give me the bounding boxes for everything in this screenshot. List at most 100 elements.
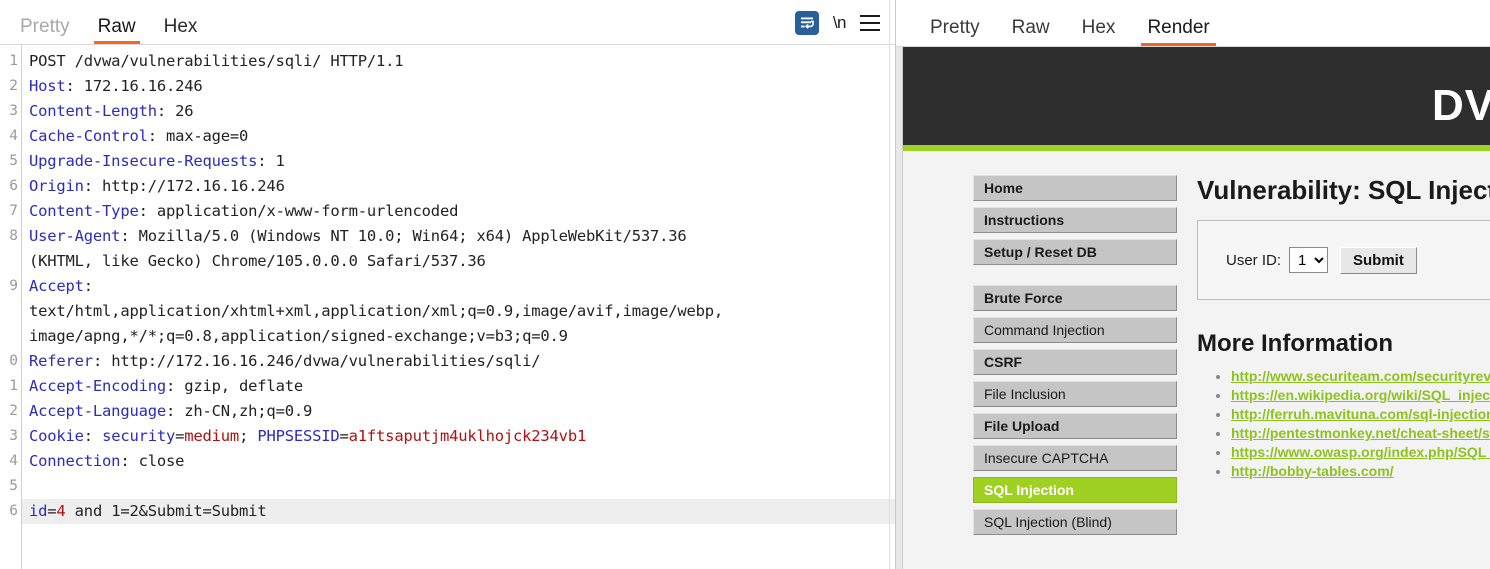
sidebar-item-csrf[interactable]: CSRF [973, 349, 1177, 375]
request-code-area[interactable]: POST /dvwa/vulnerabilities/sqli/ HTTP/1.… [22, 45, 896, 569]
code-line[interactable]: (KHTML, like Gecko) Chrome/105.0.0.0 Saf… [29, 249, 896, 274]
code-line[interactable]: Origin: http://172.16.16.246 [29, 174, 896, 199]
code-line[interactable]: Connection: close [29, 449, 896, 474]
page-title: Vulnerability: SQL Injection [1197, 175, 1490, 205]
sidebar-item-command-injection[interactable]: Command Injection [973, 317, 1177, 343]
request-tabbar: Pretty Raw Hex \n [0, 0, 896, 44]
code-line[interactable]: Referer: http://172.16.16.246/dvwa/vulne… [29, 349, 896, 374]
line-number-gutter: 1 2 3 4 5 6 7 8 9 0 1 2 3 4 5 6 [0, 45, 22, 569]
line-number [0, 324, 21, 349]
code-token: id [29, 502, 48, 520]
line-number [0, 299, 21, 324]
sidebar-item-insecure-captcha[interactable]: Insecure CAPTCHA [973, 445, 1177, 471]
tab-raw-request[interactable]: Raw [84, 17, 150, 44]
submit-button[interactable]: Submit [1340, 246, 1417, 274]
line-number: 1 [9, 378, 18, 394]
more-information-links: http://www.securiteam.com/securityreview… [1197, 368, 1490, 481]
sidebar-item-setup-reset-db[interactable]: Setup / Reset DB [973, 239, 1177, 265]
request-editor[interactable]: 1 2 3 4 5 6 7 8 9 0 1 2 3 4 5 6 POST /dvwa/vulnerabil… [0, 44, 896, 569]
userid-select[interactable]: 1 [1289, 247, 1329, 273]
code-token: = [339, 427, 349, 445]
sqli-form-box: User ID: 1 Submit [1197, 220, 1490, 300]
code-token: : application/x-www-form-urlencoded [138, 202, 459, 220]
tab-render-response[interactable]: Render [1131, 18, 1225, 46]
sidebar-item-sql-injection[interactable]: SQL Injection [973, 477, 1177, 503]
info-link[interactable]: http://pentestmonkey.net/cheat-sheet/sql… [1231, 425, 1490, 441]
line-number [0, 249, 21, 274]
code-line[interactable]: id=4 and 1=2&Submit=Submit [22, 499, 895, 524]
code-line[interactable]: Content-Length: 26 [29, 99, 896, 124]
line-number: 6 [9, 503, 18, 519]
info-link[interactable]: http://www.securiteam.com/securityreview… [1231, 368, 1490, 384]
code-line[interactable]: Upgrade-Insecure-Requests: 1 [29, 149, 896, 174]
code-token: : close [120, 452, 185, 470]
line-number: 0 [9, 353, 18, 369]
code-token: : [83, 427, 103, 445]
line-number: 9 [9, 278, 18, 294]
list-item: http://www.securiteam.com/securityreview… [1231, 368, 1490, 386]
list-item: http://ferruh.mavituna.com/sql-injection… [1231, 406, 1490, 424]
code-token: : http://172.16.16.246/dvwa/vulnerabilit… [92, 352, 541, 370]
code-line[interactable]: Cookie: security=medium; PHPSESSID=a1fts… [29, 424, 896, 449]
tab-raw-response[interactable]: Raw [996, 18, 1066, 46]
newline-toggle-icon[interactable]: \n [833, 13, 847, 33]
response-panel: Pretty Raw Hex Render DVWA Home Instructi… [896, 0, 1490, 569]
sidebar-item-instructions[interactable]: Instructions [973, 207, 1177, 233]
code-line[interactable]: Accept-Language: zh-CN,zh;q=0.9 [29, 399, 896, 424]
code-line[interactable]: image/apng,*/*;q=0.8,application/signed-… [29, 324, 896, 349]
code-token: Content-Type [29, 202, 139, 220]
line-number: 6 [9, 178, 18, 194]
tab-hex-request[interactable]: Hex [150, 17, 212, 44]
code-line[interactable]: Content-Type: application/x-www-form-url… [29, 199, 896, 224]
line-number: 3 [9, 103, 18, 119]
tab-pretty-response[interactable]: Pretty [914, 18, 996, 46]
dvwa-main-content: Vulnerability: SQL Injection User ID: 1 … [1185, 175, 1490, 569]
sidebar-item-file-inclusion[interactable]: File Inclusion [973, 381, 1177, 407]
list-item: http://pentestmonkey.net/cheat-sheet/sql… [1231, 425, 1490, 443]
code-line[interactable]: text/html,application/xhtml+xml,applicat… [29, 299, 896, 324]
info-link[interactable]: http://bobby-tables.com/ [1231, 463, 1394, 479]
code-token: and 1=2&Submit=Submit [65, 502, 267, 520]
code-token: : gzip, deflate [165, 377, 303, 395]
tab-pretty-request[interactable]: Pretty [6, 17, 84, 44]
line-number: 2 [9, 78, 18, 94]
code-token: PHPSESSID [257, 427, 340, 445]
info-link[interactable]: https://www.owasp.org/index.php/SQL_Inje… [1231, 444, 1490, 460]
sidebar-item-home[interactable]: Home [973, 175, 1177, 201]
code-token: User-Agent [29, 227, 121, 245]
code-line[interactable]: Accept: [29, 274, 896, 299]
code-token: Accept-Encoding [29, 377, 166, 395]
code-line[interactable]: Accept-Encoding: gzip, deflate [29, 374, 896, 399]
code-token: Upgrade-Insecure-Requests [29, 152, 258, 170]
code-token: (KHTML, like Gecko) Chrome/105.0.0.0 Saf… [29, 252, 486, 270]
sidebar-item-brute-force[interactable]: Brute Force [973, 285, 1177, 311]
code-line[interactable] [29, 474, 896, 499]
word-wrap-icon[interactable] [794, 11, 819, 35]
line-number: 4 [9, 128, 18, 144]
code-token: Content-Length [29, 102, 157, 120]
code-token: POST /dvwa/vulnerabilities/sqli/ HTTP/1.… [29, 52, 404, 70]
code-line[interactable]: User-Agent: Mozilla/5.0 (Windows NT 10.0… [29, 224, 896, 249]
info-link[interactable]: https://en.wikipedia.org/wiki/SQL_inject… [1231, 387, 1490, 403]
code-token: : zh-CN,zh;q=0.9 [165, 402, 313, 420]
dvwa-body: Home Instructions Setup / Reset DB Brute Fo… [903, 151, 1490, 569]
info-link[interactable]: http://ferruh.mavituna.com/sql-injection… [1231, 406, 1490, 422]
code-token: ; [239, 427, 258, 445]
sidebar-item-file-upload[interactable]: File Upload [973, 413, 1177, 439]
code-line[interactable]: POST /dvwa/vulnerabilities/sqli/ HTTP/1.… [29, 49, 896, 74]
burp-suite-window: Pretty Raw Hex \n 1 2 3 4 5 6 7 8 9 0 1 … [0, 0, 1490, 569]
list-item: https://www.owasp.org/index.php/SQL_Inje… [1231, 444, 1490, 462]
code-token: Cache-Control [29, 127, 148, 145]
code-line[interactable]: Cache-Control: max-age=0 [29, 124, 896, 149]
hamburger-menu-icon[interactable] [860, 15, 880, 31]
list-item: http://bobby-tables.com/ [1231, 463, 1490, 481]
code-token: Cookie [29, 427, 84, 445]
code-token: : 26 [156, 102, 194, 120]
code-token: : [83, 277, 93, 295]
sidebar-item-sql-injection-blind[interactable]: SQL Injection (Blind) [973, 509, 1177, 535]
code-line[interactable]: Host: 172.16.16.246 [29, 74, 896, 99]
code-token: 4 [56, 502, 66, 520]
tab-hex-response[interactable]: Hex [1066, 18, 1132, 46]
code-token: Referer [29, 352, 93, 370]
code-token: Origin [29, 177, 84, 195]
